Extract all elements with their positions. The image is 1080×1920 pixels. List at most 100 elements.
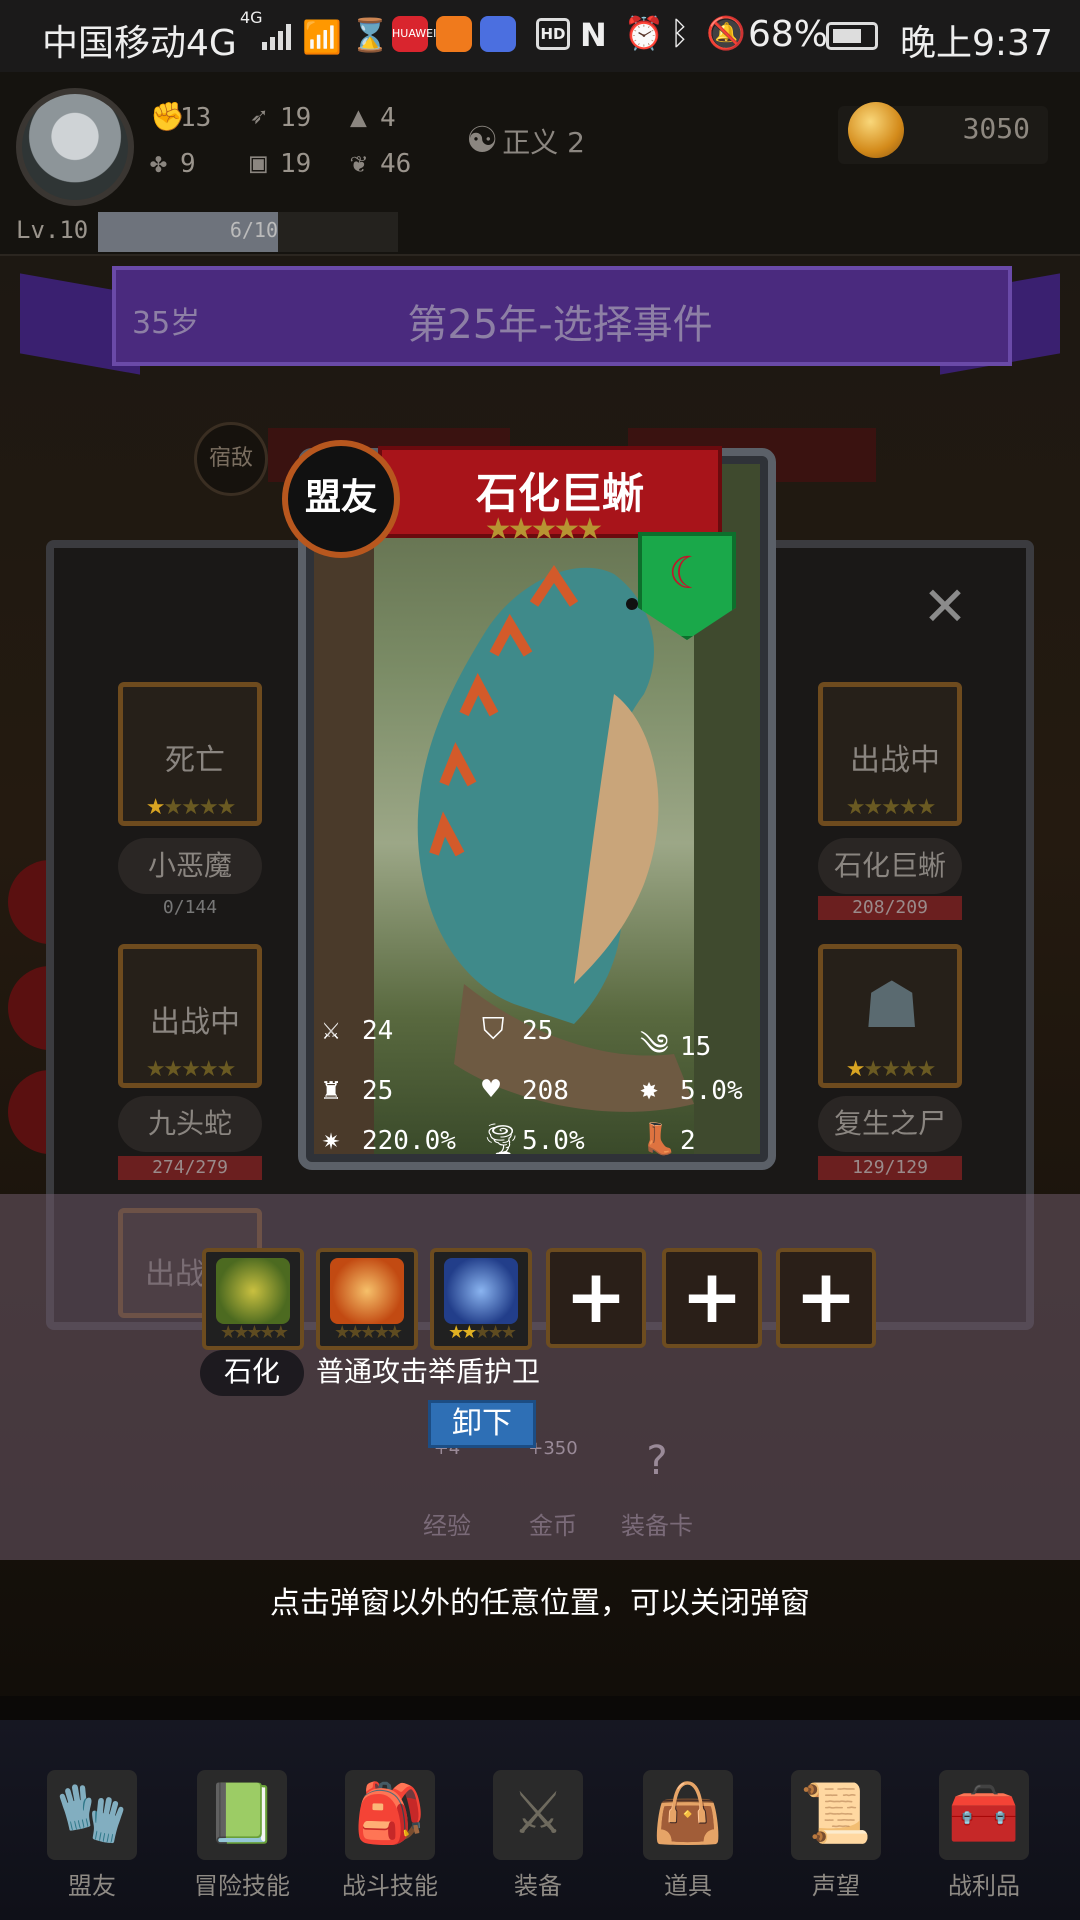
skill-stars: ★★★★★ — [448, 1322, 517, 1343]
ally-hp-corpse: 129/129 — [818, 1156, 962, 1180]
network-badge: 4G — [240, 8, 263, 27]
skill-normal-attack[interactable]: ★★★★★ — [316, 1248, 418, 1350]
add-skill-slot-2[interactable]: + — [662, 1248, 762, 1348]
close-hint: 点击弹窗以外的任意位置，可以关闭弹窗 — [270, 1586, 810, 1621]
player-hud: ✊13 ➶ 19 ▲ 4 ✤ 9 ▣ 19 ❦ 46 ☯ 正义 2 3050 Lv.10 6… — [0, 72, 1080, 256]
star-row: ★★★★★ — [145, 795, 237, 820]
stat-agility: ➶ 19 — [250, 100, 312, 133]
yin-yang-icon: ☯ — [466, 120, 499, 161]
hd-icon: HD — [536, 18, 570, 50]
heart-icon: ♥ — [482, 1072, 501, 1107]
skill-name-shield-guard: 举盾护卫 — [427, 1355, 540, 1388]
stat-defense: ⛉ 25 — [482, 1012, 554, 1047]
stat-move: 👢 2 — [640, 1122, 696, 1157]
battery-icon — [826, 22, 878, 50]
gloves-icon: 🧤 — [47, 1770, 137, 1860]
nav-loot[interactable]: 🧰 战利品 — [924, 1770, 1044, 1901]
reward-card-label: 装备卡 — [621, 1512, 693, 1540]
clock: 晚上9:37 — [900, 23, 1053, 64]
ally-name-corpse: 复生之尸 — [818, 1096, 962, 1152]
slot-status: 出战中 — [150, 1005, 240, 1040]
stat-crit-rate: ✸ 5.0% — [640, 1072, 743, 1107]
sword-icon: ⚔ — [322, 1012, 341, 1047]
feather-icon: ➶ — [250, 100, 267, 133]
stat-crit-damage: ✷ 220.0% — [322, 1122, 456, 1157]
slot-status: 死亡 — [165, 743, 225, 778]
ally-hp-imp: 0/144 — [162, 897, 218, 918]
hood-icon: ♜ — [322, 1072, 341, 1107]
petrify-icon — [216, 1258, 290, 1324]
player-avatar[interactable] — [16, 88, 134, 206]
nav-battle-skills[interactable]: 🎒 战斗技能 — [330, 1770, 450, 1901]
add-skill-slot-3[interactable]: + — [776, 1248, 876, 1348]
star-row: ★★★★★ — [845, 1057, 937, 1082]
skill-name-petrify: 石化 — [200, 1350, 304, 1396]
justice-stat: ☯ 正义 2 — [466, 120, 585, 161]
wizard-hat-icon: ▲ — [350, 100, 367, 133]
close-icon[interactable]: ✕ — [912, 576, 978, 642]
shield-icon: ⛉ — [482, 1012, 505, 1047]
backpack-icon: 🎒 — [345, 1770, 435, 1860]
ally-name-imp: 小恶魔 — [118, 838, 262, 894]
ally-slot-imp[interactable]: 死亡 ★★★★★ — [118, 682, 262, 826]
nav-label: 盟友 — [68, 1872, 116, 1900]
leaf-icon: ❦ — [350, 146, 367, 179]
event-title: 第25年-选择事件 — [407, 302, 713, 348]
stat-attack: ⚔ 24 — [322, 1012, 394, 1047]
nav-reputation[interactable]: 📜 声望 — [776, 1770, 896, 1901]
stat-nature: ❦ 46 — [350, 146, 412, 179]
book-icon: 📗 — [197, 1770, 287, 1860]
nav-label: 道具 — [664, 1872, 712, 1900]
hourglass-icon: ⌛ — [350, 16, 390, 54]
ally-tag: 盟友 — [282, 440, 400, 558]
mute-bell-icon: 🔕 — [706, 14, 746, 52]
education-app-icon — [480, 16, 516, 52]
boot-icon: 👢 — [640, 1122, 678, 1157]
shopping-app-icon — [436, 16, 472, 52]
nav-items[interactable]: 👜 道具 — [628, 1770, 748, 1901]
ally-slot-lizard[interactable]: 出战中 ★★★★★ — [818, 682, 962, 826]
stat-hp: ♥ 208 — [482, 1072, 569, 1107]
signal-icon — [262, 24, 291, 50]
tornado-icon: 🌪 — [482, 1122, 521, 1157]
skill-shield-guard[interactable]: ★★★★★ — [430, 1248, 532, 1350]
star-row: ★★★★★ — [145, 1057, 237, 1082]
ally-slot-corpse[interactable]: ☗ ★★★★★ — [818, 944, 962, 1088]
event-banner: 35岁 第25年-选择事件 — [20, 266, 1060, 375]
reward-coin-label: 金币 — [529, 1512, 577, 1540]
nav-adventure-skills[interactable]: 📗 冒险技能 — [182, 1770, 302, 1901]
stat-dodge: 🌪5.0% — [482, 1122, 585, 1157]
ally-slot-hydra[interactable]: 出战中 ★★★★★ — [118, 944, 262, 1088]
ally-name-hydra: 九头蛇 — [118, 1096, 262, 1152]
stat-strength: ✊13 — [150, 100, 212, 133]
stat-luck: ✤ 9 — [150, 146, 196, 179]
nfc-icon: N — [580, 16, 607, 54]
unequip-button[interactable]: 卸下 — [428, 1400, 536, 1448]
nav-allies[interactable]: 🧤 盟友 — [32, 1770, 152, 1901]
crit-icon: ✷ — [322, 1122, 341, 1157]
carrier-label: 中国移动4G — [42, 23, 237, 64]
slot-status: 出战中 — [850, 743, 940, 778]
ally-hp-lizard: 208/209 — [818, 896, 962, 920]
age-label: 35岁 — [132, 306, 201, 341]
coin-amount: 3050 — [962, 112, 1030, 145]
nav-equipment[interactable]: ⚔ 装备 — [478, 1770, 598, 1901]
card-stars: ★★★★★ — [484, 512, 603, 547]
stat-defense: ▣ 19 — [250, 146, 312, 179]
skill-stars: ★★★★★ — [220, 1322, 289, 1343]
chest-icon: 🧰 — [939, 1770, 1029, 1860]
huawei-app-icon: HUAWEI — [392, 16, 436, 52]
alarm-icon: ⏰ — [624, 14, 664, 52]
wifi-icon: 📶 — [302, 18, 342, 56]
stat-magic: ▲ 4 — [350, 100, 396, 133]
reward-card-value: ? — [646, 1438, 668, 1484]
stat-magic-defense: ♜ 25 — [322, 1072, 394, 1107]
reward-xp-label: 经验 — [423, 1512, 471, 1540]
add-skill-slot-1[interactable]: + — [546, 1248, 646, 1348]
bluetooth-icon: ᛒ — [670, 14, 690, 52]
nav-label: 冒险技能 — [194, 1872, 290, 1900]
crossed-swords-icon: ⚔ — [493, 1770, 583, 1860]
xp-text: 6/10 — [229, 218, 278, 242]
nav-label: 装备 — [514, 1872, 562, 1900]
skill-petrify[interactable]: ★★★★★ — [202, 1248, 304, 1350]
